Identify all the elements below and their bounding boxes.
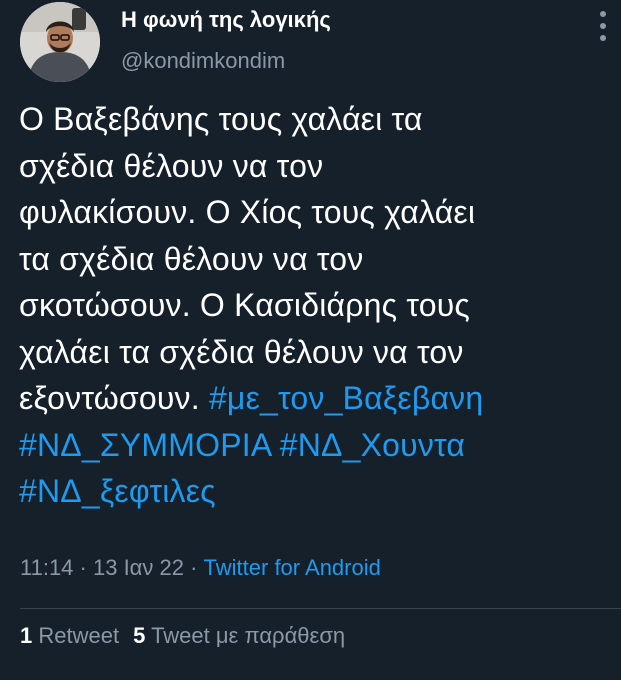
tweet-source-link[interactable]: Twitter for Android xyxy=(204,555,381,580)
author-handle[interactable]: @kondimkondim xyxy=(121,48,285,74)
tweet-line: τα σχέδια θέλουν να τον xyxy=(19,240,364,277)
tweet-stats: 1 Retweet 5 Tweet με παράθεση xyxy=(20,623,345,649)
divider xyxy=(20,608,621,609)
dot xyxy=(600,23,606,29)
hashtag-link[interactable]: #ΝΔ_ξεφτιλες xyxy=(19,473,216,509)
tweet-meta: 11:14 · 13 Ιαν 22 · Twitter for Android xyxy=(20,555,381,581)
retweets-label: Retweet xyxy=(38,623,120,648)
hashtag-link[interactable]: #ΝΔ_Χουντα xyxy=(280,427,465,463)
retweets-count: 1 xyxy=(20,623,33,648)
avatar-photo xyxy=(20,2,100,82)
more-options-icon[interactable] xyxy=(594,8,612,44)
tweet-line: σκοτώσουν. Ο Κασιδιάρης τους xyxy=(19,287,471,323)
tweet-text: Ο Βαξεβάνης τους χαλάει τα σχέδια θέλουν… xyxy=(19,96,614,515)
tweet-line: Ο Βαξεβάνης τους χαλάει τα xyxy=(19,101,423,137)
author-display-name[interactable]: Η φωνή της λογικής xyxy=(121,7,331,33)
tweet-header: Η φωνή της λογικής @kondimkondim xyxy=(0,0,621,92)
dot xyxy=(600,11,606,17)
retweets-link[interactable]: 1 Retweet xyxy=(20,623,119,648)
meta-separator: · xyxy=(183,555,204,580)
tweet-line: εξοντώσουν. xyxy=(19,380,209,416)
tweet-date[interactable]: 13 Ιαν 22 xyxy=(93,555,184,580)
quote-tweets-count: 5 xyxy=(133,623,146,648)
hashtag-link[interactable]: #ΝΔ_ΣΥΜΜΟΡΙΑ xyxy=(19,427,271,463)
tweet-line: χαλάει τα σχέδια θέλουν να τον xyxy=(19,333,464,370)
tweet-time[interactable]: 11:14 xyxy=(20,555,73,580)
avatar[interactable] xyxy=(20,2,100,82)
tweet-line: φυλακίσουν. Ο Χίος τους χαλάει xyxy=(19,194,476,230)
quote-tweets-label: Tweet με παράθεση xyxy=(151,623,346,648)
hashtag-link[interactable]: #με_τον_Βαξεβανη xyxy=(209,380,483,416)
quote-tweets-link[interactable]: 5 Tweet με παράθεση xyxy=(133,623,345,648)
meta-separator: · xyxy=(73,555,93,580)
dot xyxy=(600,35,606,41)
tweet-line: σχέδια θέλουν να τον xyxy=(19,147,324,184)
